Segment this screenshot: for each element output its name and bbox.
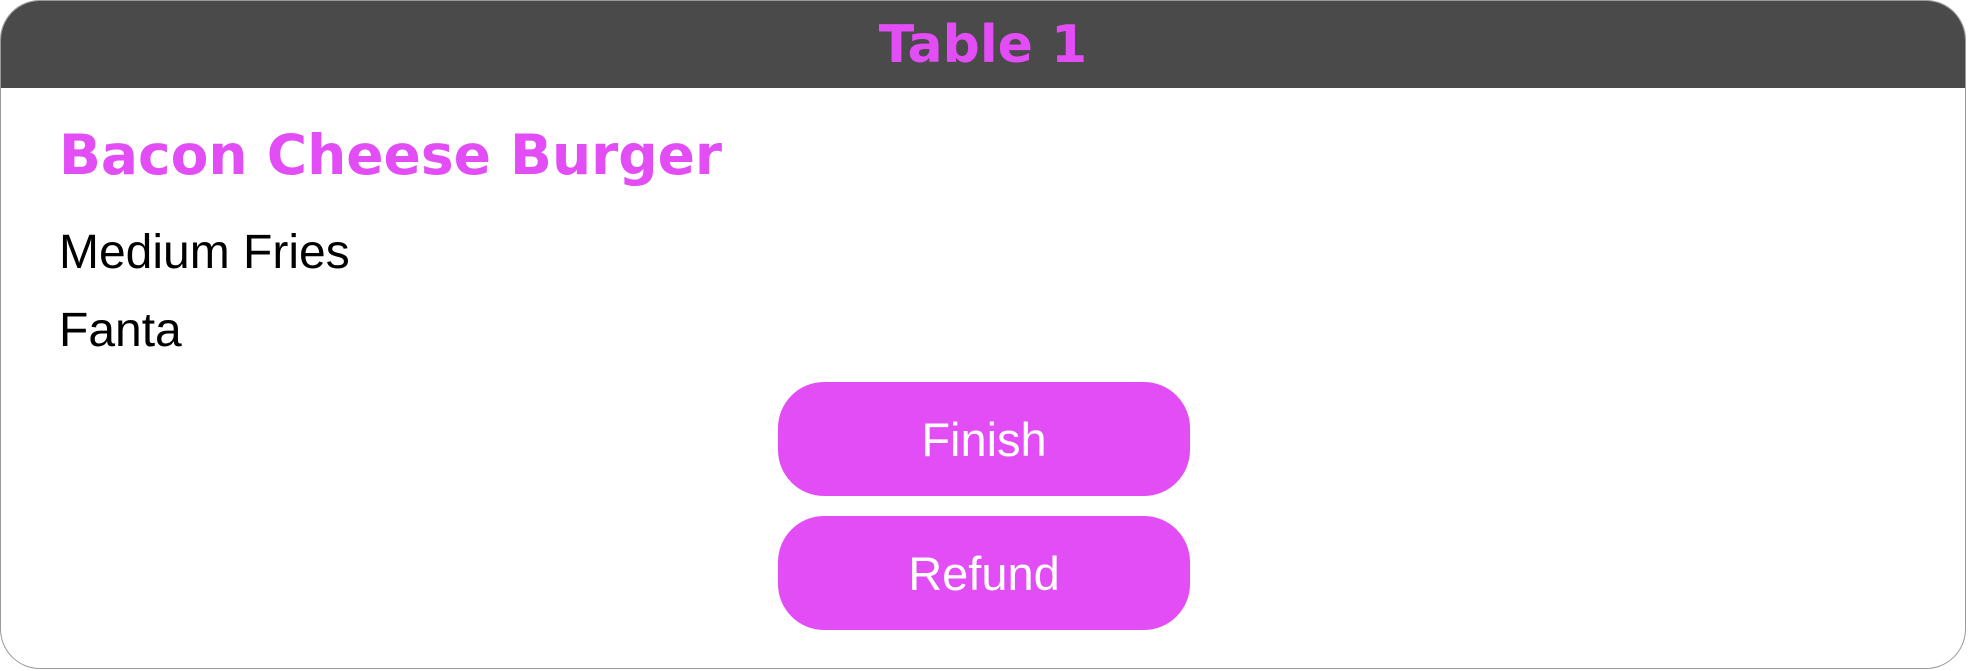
table-title: Table 1 bbox=[878, 14, 1088, 75]
side-item-drink: Fanta bbox=[59, 304, 182, 357]
main-order-item: Bacon Cheese Burger bbox=[59, 123, 723, 187]
side-item-fries: Medium Fries bbox=[59, 226, 350, 279]
card-header: Table 1 bbox=[1, 1, 1965, 88]
order-card: Table 1 Bacon Cheese Burger Medium Fries… bbox=[0, 0, 1966, 669]
refund-button[interactable]: Refund bbox=[778, 516, 1190, 630]
finish-button[interactable]: Finish bbox=[778, 382, 1190, 496]
